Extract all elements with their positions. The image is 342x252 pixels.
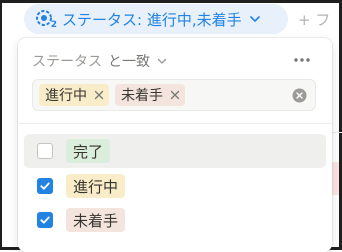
selected-token: 進行中 — [39, 84, 109, 106]
chevron-down-icon — [156, 55, 168, 67]
more-horizontal-icon[interactable] — [292, 54, 312, 66]
status-filter-chip[interactable]: 2 ステータス: 進行中,未着手 — [24, 4, 288, 34]
status-property-icon: 2 — [34, 8, 58, 30]
clear-circle-icon[interactable] — [292, 88, 307, 103]
filter-property-name: ステータス — [32, 54, 102, 70]
checkbox[interactable] — [37, 178, 53, 194]
filter-count-badge: 2 — [49, 20, 58, 30]
chevron-down-icon — [248, 12, 262, 26]
x-icon[interactable] — [169, 89, 181, 101]
window-frame-left — [0, 0, 2, 250]
checkbox[interactable] — [37, 212, 53, 228]
selected-token: 未着手 — [115, 84, 185, 106]
option-item-in-progress[interactable]: 進行中 — [24, 169, 326, 203]
filter-popover: ステータス と一致 進行中 未着手 完了 進行中 未着手 — [18, 38, 332, 252]
option-tag: 未着手 — [66, 208, 126, 232]
filter-condition: と一致 — [108, 54, 150, 70]
checkbox[interactable] — [37, 143, 53, 159]
checkmark-icon — [40, 216, 50, 224]
checkmark-icon — [40, 182, 50, 190]
selected-token-label: 未着手 — [121, 88, 163, 104]
option-tag: 進行中 — [66, 174, 126, 198]
option-tag: 完了 — [66, 139, 111, 163]
selected-values-input[interactable]: 進行中 未着手 — [32, 79, 316, 111]
filter-condition-selector[interactable]: ステータス と一致 — [32, 51, 168, 71]
selected-token-label: 進行中 — [45, 88, 87, 104]
window-frame-top — [0, 0, 342, 3]
filter-chip-label: ステータス: 進行中,未着手 — [62, 10, 242, 29]
divider — [18, 123, 332, 124]
x-icon[interactable] — [93, 89, 105, 101]
option-item-done[interactable]: 完了 — [24, 134, 326, 168]
option-item-not-started[interactable]: 未着手 — [24, 203, 326, 237]
add-filter-button[interactable]: + フ — [298, 9, 330, 30]
